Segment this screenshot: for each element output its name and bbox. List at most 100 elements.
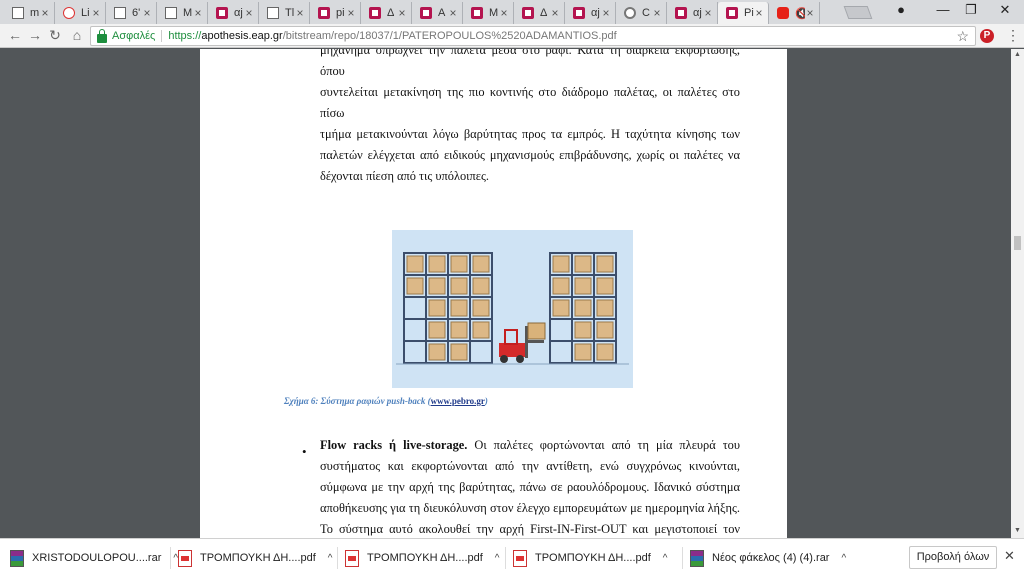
browser-tab[interactable]: 🔇× bbox=[769, 2, 820, 24]
download-menu-caret-icon[interactable]: ^ bbox=[663, 553, 668, 564]
pdf-favicon-icon bbox=[573, 7, 585, 19]
browser-tab[interactable]: 6' × bbox=[106, 2, 157, 24]
list-item-paragraph: Flow racks ή live-storage. Οι παλέτες φο… bbox=[320, 435, 740, 538]
download-separator bbox=[337, 547, 338, 569]
tab-close-icon[interactable]: × bbox=[244, 6, 254, 20]
browser-tab[interactable]: Δ × bbox=[361, 2, 412, 24]
download-item[interactable]: Νέος φάκελος (4) (4).rar ^ bbox=[690, 548, 846, 568]
tab-close-icon[interactable]: × bbox=[193, 6, 203, 20]
new-tab-button[interactable] bbox=[843, 6, 873, 19]
download-item[interactable]: ΤΡΟΜΠΟΥΚΗ ΔΗ....pdf ^ bbox=[178, 548, 333, 568]
tab-close-icon[interactable]: × bbox=[754, 6, 764, 20]
download-separator bbox=[505, 547, 506, 569]
tab-title: Δ bbox=[387, 7, 395, 19]
show-all-downloads-button[interactable]: Προβολή όλων bbox=[909, 546, 997, 569]
url-host: apothesis.eap.gr bbox=[201, 30, 283, 42]
tab-close-icon[interactable]: × bbox=[142, 6, 152, 20]
rack-illustration bbox=[392, 230, 633, 388]
pdf-favicon-icon bbox=[369, 7, 381, 19]
caption-link[interactable]: www.pebro.gr bbox=[431, 396, 485, 406]
download-menu-caret-icon[interactable]: ^ bbox=[328, 553, 333, 564]
page-favicon-icon bbox=[114, 7, 126, 19]
download-separator bbox=[170, 547, 171, 569]
tab-close-icon[interactable]: × bbox=[652, 6, 662, 20]
tab-close-icon[interactable]: × bbox=[448, 6, 458, 20]
tab-title: M bbox=[489, 7, 499, 19]
pdf-file-icon bbox=[345, 549, 359, 567]
tab-close-icon[interactable]: × bbox=[703, 6, 713, 20]
menu-icon[interactable]: ⋮ bbox=[1006, 27, 1020, 44]
tab-close-icon[interactable]: × bbox=[601, 6, 611, 20]
download-item[interactable]: ΤΡΟΜΠΟΥΚΗ ΔΗ....pdf ^ bbox=[513, 548, 668, 568]
download-filename: ΤΡΟΜΠΟΥΚΗ ΔΗ....pdf bbox=[367, 552, 483, 564]
home-button[interactable]: ⌂ bbox=[68, 27, 86, 43]
tab-close-icon[interactable]: × bbox=[40, 6, 50, 20]
download-menu-caret-icon[interactable]: ^ bbox=[495, 553, 500, 564]
url-scheme: https:// bbox=[168, 30, 202, 42]
tab-close-icon[interactable]: × bbox=[346, 6, 356, 20]
forward-button[interactable]: → bbox=[26, 27, 44, 43]
download-filename: XRISTODOULOPOU....rar bbox=[32, 552, 162, 564]
download-menu-caret-icon[interactable]: ^ bbox=[841, 553, 846, 564]
tab-close-icon[interactable]: × bbox=[295, 6, 305, 20]
minimize-button[interactable]: — bbox=[930, 2, 956, 17]
scroll-down-icon[interactable]: ▼ bbox=[1014, 527, 1021, 534]
scrollbar-thumb[interactable] bbox=[1014, 236, 1021, 250]
text-line: μηχάνημα σπρώχνει την παλέτα μέσα στο ρά… bbox=[320, 49, 740, 78]
tab-title: Tl bbox=[285, 7, 295, 19]
pdf-viewer: μηχάνημα σπρώχνει την παλέτα μέσα στο ρά… bbox=[0, 49, 1024, 538]
browser-tab[interactable]: Δ × bbox=[514, 2, 565, 24]
browser-tab[interactable]: αj × bbox=[667, 2, 718, 24]
rar-archive-icon bbox=[690, 549, 704, 567]
browser-tab[interactable]: pi × bbox=[310, 2, 361, 24]
tab-title: Α bbox=[438, 7, 446, 19]
page-favicon-icon bbox=[165, 7, 177, 19]
tab-title: αj bbox=[693, 7, 702, 19]
reload-button[interactable]: ↻ bbox=[46, 27, 64, 44]
text-line: συντελείται μετακίνηση της πιο κοντινής … bbox=[320, 85, 740, 120]
browser-tab[interactable]: M × bbox=[463, 2, 514, 24]
tab-title: Pi bbox=[744, 7, 754, 19]
close-window-button[interactable]: ✕ bbox=[992, 2, 1018, 18]
pdf-favicon-icon bbox=[318, 7, 330, 19]
download-item[interactable]: ΤΡΟΜΠΟΥΚΗ ΔΗ....pdf ^ bbox=[345, 548, 500, 568]
lock-icon bbox=[97, 28, 107, 43]
list-item-heading: Flow racks ή live-storage. bbox=[320, 438, 468, 452]
browser-tab[interactable]: C × bbox=[616, 2, 667, 24]
downloads-shelf: Προβολή όλων ✕ XRISTODOULOPOU....rar ^ ΤΡΟ… bbox=[0, 538, 1024, 576]
pinterest-extension-icon[interactable]: P bbox=[980, 29, 994, 43]
tab-close-icon[interactable]: × bbox=[499, 6, 509, 20]
browser-tab[interactable]: Tl × bbox=[259, 2, 310, 24]
browser-tab[interactable]: M × bbox=[157, 2, 208, 24]
browser-tab[interactable]: αj × bbox=[565, 2, 616, 24]
tab-title: αj bbox=[234, 7, 243, 19]
text-line: σύμφωνα με την αρχή της βαρύτητας, πάνω … bbox=[320, 480, 740, 494]
pdf-file-icon bbox=[513, 549, 527, 567]
browser-tab[interactable]: Li × bbox=[55, 2, 106, 24]
tab-close-icon[interactable]: × bbox=[397, 6, 407, 20]
browser-tab[interactable]: m × bbox=[4, 2, 55, 24]
text-line: αποθήκευσης για τη διευκόλυνση στον έλεγ… bbox=[320, 501, 740, 515]
tab-close-icon[interactable]: × bbox=[805, 6, 815, 20]
browser-tab[interactable]: αj × bbox=[208, 2, 259, 24]
tab-title: αj bbox=[591, 7, 600, 19]
address-bar[interactable]: Ασφαλές https://apothesis.eap.gr/bitstre… bbox=[90, 26, 976, 46]
tab-strip: m×Li×6'×M×αj×Tl×pi×Δ×Α×M×Δ×αj×C×αj×Pi×🔇×… bbox=[0, 0, 1024, 24]
back-button[interactable]: ← bbox=[6, 27, 24, 43]
account-icon[interactable]: ● bbox=[888, 2, 914, 17]
download-item[interactable]: XRISTODOULOPOU....rar ^ bbox=[10, 548, 178, 568]
tab-close-icon[interactable]: × bbox=[550, 6, 560, 20]
bookmark-star-icon[interactable]: ☆ bbox=[956, 28, 969, 45]
browser-tab[interactable]: Α × bbox=[412, 2, 463, 24]
text-line: Flow racks ή live-storage. Οι παλέτες φο… bbox=[320, 435, 740, 456]
vertical-scrollbar[interactable]: ▲ ▼ bbox=[1011, 49, 1024, 538]
tab-title: 🔇 bbox=[795, 7, 805, 20]
scroll-up-icon[interactable]: ▲ bbox=[1014, 51, 1021, 58]
tab-title: Δ bbox=[540, 7, 548, 19]
tab-close-icon[interactable]: × bbox=[91, 6, 101, 20]
browser-tab[interactable]: Pi × bbox=[718, 2, 769, 24]
restore-button[interactable]: ❐ bbox=[958, 2, 984, 18]
tab-title: pi bbox=[336, 7, 345, 19]
close-shelf-icon[interactable]: ✕ bbox=[1004, 548, 1015, 564]
youtube-favicon-icon bbox=[777, 7, 789, 19]
